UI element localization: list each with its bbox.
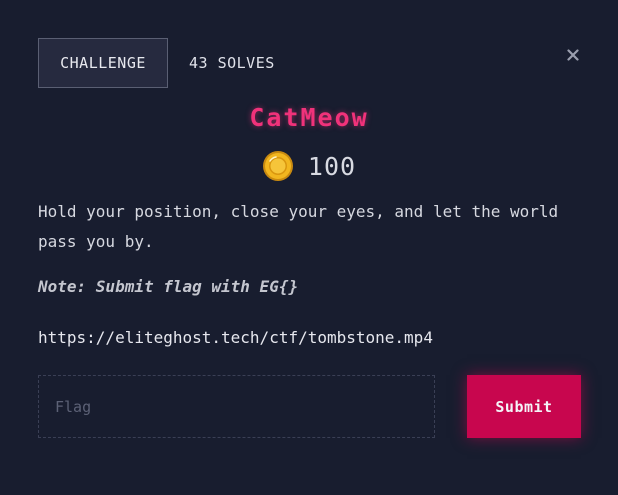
challenge-tabs: CHALLENGE 43 SOLVES	[38, 38, 275, 88]
tab-solves[interactable]: 43 SOLVES	[189, 54, 275, 72]
tab-challenge[interactable]: CHALLENGE	[38, 38, 168, 88]
coin-icon	[262, 151, 293, 181]
close-icon	[567, 49, 579, 61]
challenge-link[interactable]: https://eliteghost.tech/ctf/tombstone.mp…	[38, 328, 433, 347]
challenge-title: CatMeow	[249, 103, 369, 132]
challenge-description: Hold your position, close your eyes, and…	[38, 202, 559, 251]
points-row: 100	[0, 150, 618, 182]
flag-input[interactable]	[38, 375, 435, 438]
close-button[interactable]	[562, 42, 584, 68]
points-value: 100	[307, 151, 357, 181]
challenge-note: Note: Submit flag with EG{}	[38, 277, 299, 296]
submit-button[interactable]: Submit	[467, 375, 581, 438]
